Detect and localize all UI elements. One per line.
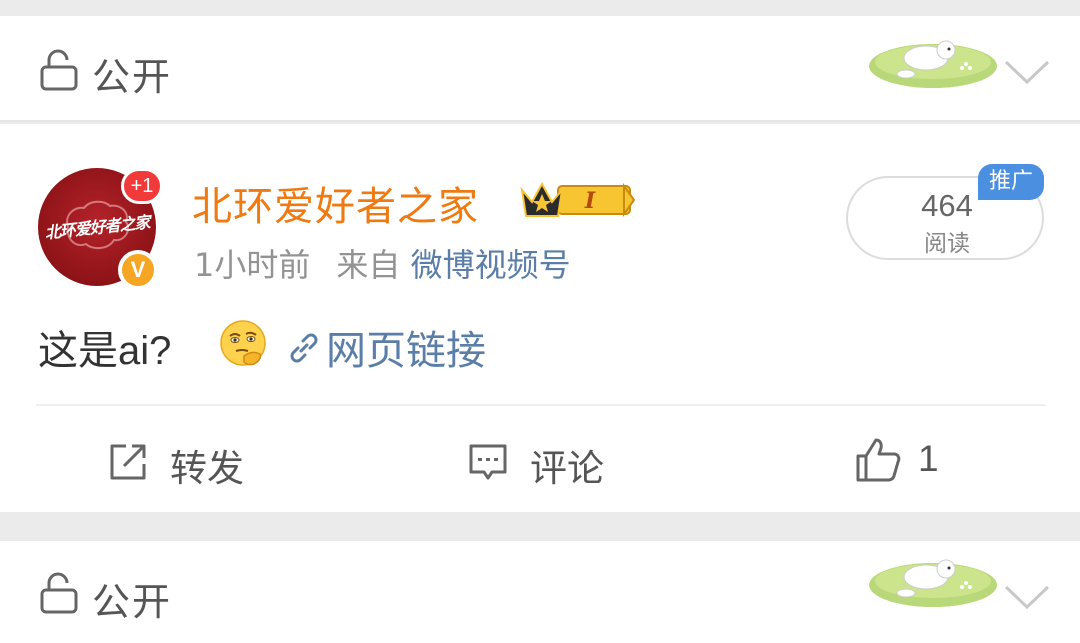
comment-icon <box>469 444 507 480</box>
web-link[interactable]: 网页链接 <box>326 318 486 376</box>
views-label: 阅读 <box>924 231 970 257</box>
post-card: 北环爱好者之家 +1 V 北环爱好者之家 I 1小时前 来自 微博视频号 464 … <box>0 124 1080 512</box>
lock-open-icon <box>40 572 78 614</box>
link-icon[interactable] <box>284 328 324 368</box>
repost-label: 转发 <box>170 447 244 490</box>
privacy-bar-bottom[interactable]: 公开 <box>0 541 1080 643</box>
sheep-on-grass-sticker <box>869 40 997 88</box>
chevron-down-icon[interactable] <box>1002 581 1052 611</box>
verified-badge: V <box>118 250 158 290</box>
notification-badge: +1 <box>121 168 163 204</box>
post-time: 1小时前 <box>194 246 311 284</box>
lock-open-icon <box>40 49 78 91</box>
thinking-face-emoji <box>220 320 266 366</box>
repost-button[interactable]: 转发 <box>106 434 276 490</box>
like-button[interactable]: 1 <box>854 434 954 490</box>
member-badge-level: I <box>584 188 596 214</box>
comment-label: 评论 <box>530 447 604 490</box>
sheep-on-grass-sticker <box>869 559 997 607</box>
like-count: 1 <box>918 438 939 479</box>
privacy-label: 公开 <box>92 55 173 99</box>
privacy-label: 公开 <box>92 580 173 624</box>
promo-tag[interactable]: 推广 <box>978 164 1044 200</box>
thumbs-up-icon <box>856 438 901 482</box>
post-meta: 1小时前 来自 微博视频号 <box>194 240 571 286</box>
post-text: 这是ai? <box>38 329 172 373</box>
username[interactable]: 北环爱好者之家 <box>192 174 479 232</box>
share-icon <box>110 444 146 480</box>
comment-button[interactable]: 评论 <box>466 434 636 490</box>
divider <box>36 404 1046 406</box>
section-gap <box>0 512 1080 541</box>
source-prefix: 来自 <box>336 246 401 284</box>
top-gap <box>0 0 1080 16</box>
chevron-down-icon[interactable] <box>1002 56 1052 86</box>
source-link[interactable]: 微博视频号 <box>411 246 571 284</box>
member-crown-badge[interactable]: I <box>520 176 636 222</box>
privacy-bar-top[interactable]: 公开 <box>0 16 1080 122</box>
